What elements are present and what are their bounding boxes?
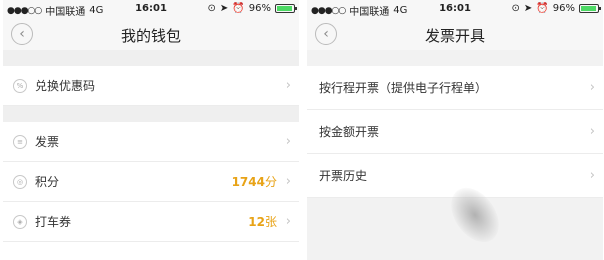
points-row[interactable]: ◎ 积分 1744分 › xyxy=(3,162,299,202)
alarm-icon: ⏰ xyxy=(232,3,245,14)
page-title: 发票开具 xyxy=(424,27,485,45)
row-label: 兑换优惠码 xyxy=(35,79,96,93)
location-icon: ➤ xyxy=(219,3,229,14)
coupon-icon: ◈ xyxy=(13,214,27,229)
row-label: 按金额开票 xyxy=(319,125,380,139)
row-label: 按行程开票（提供电子行程单） xyxy=(319,81,488,95)
chevron-right-icon: › xyxy=(285,134,291,149)
battery-icon xyxy=(275,4,297,13)
status-bar: ●●●○○ 中国联通 4G 16:01 ⊙ ➤ ⏰ 96% xyxy=(307,0,603,18)
coupon-row[interactable]: ◈ 打车券 12张 › xyxy=(3,202,299,242)
row-label: 打车券 xyxy=(35,215,72,229)
invoice-by-amount-row[interactable]: 按金额开票 › xyxy=(307,110,603,154)
lock-rotation-icon: ⊙ xyxy=(207,3,216,14)
alarm-icon: ⏰ xyxy=(536,3,549,14)
chevron-right-icon: › xyxy=(589,124,595,139)
chevron-right-icon: › xyxy=(285,174,291,189)
battery-percent: 96% xyxy=(552,3,575,14)
location-icon: ➤ xyxy=(523,3,533,14)
redeem-code-row[interactable]: % 兑换优惠码 › xyxy=(3,66,299,106)
nav-bar: ‹ 我的钱包 xyxy=(3,18,299,50)
invoice-by-trip-row[interactable]: 按行程开票（提供电子行程单） › xyxy=(307,66,603,110)
row-label: 开票历史 xyxy=(319,169,368,183)
row-label: 积分 xyxy=(35,175,60,189)
invoice-row[interactable]: ≡ 发票 › xyxy=(3,122,299,162)
nav-bar: ‹ 发票开具 xyxy=(307,18,603,50)
points-value: 1744分 xyxy=(231,175,277,189)
wallet-list: % 兑换优惠码 › ≡ 发票 › ◎ 积分 1744分 › ◈ 打车券 12张 … xyxy=(3,50,299,242)
chevron-right-icon: › xyxy=(285,78,291,93)
page-title: 我的钱包 xyxy=(120,27,181,45)
row-label: 发票 xyxy=(35,135,60,149)
invoice-options-list: 按行程开票（提供电子行程单） › 按金额开票 › 开票历史 › xyxy=(307,50,603,198)
status-bar: ●●●○○ 中国联通 4G 16:01 ⊙ ➤ ⏰ 96% xyxy=(3,0,299,18)
chevron-right-icon: › xyxy=(589,168,595,183)
points-icon: ◎ xyxy=(13,174,27,189)
wallet-screen: ●●●○○ 中国联通 4G 16:01 ⊙ ➤ ⏰ 96% ‹ 我的钱包 % 兑… xyxy=(3,0,299,260)
redeem-icon: % xyxy=(13,78,27,93)
lock-rotation-icon: ⊙ xyxy=(511,3,520,14)
invoice-icon: ≡ xyxy=(13,134,27,149)
coupon-value: 12张 xyxy=(248,215,277,229)
battery-percent: 96% xyxy=(248,3,271,14)
chevron-right-icon: › xyxy=(589,80,595,95)
chevron-right-icon: › xyxy=(285,214,291,229)
battery-icon xyxy=(579,4,601,13)
